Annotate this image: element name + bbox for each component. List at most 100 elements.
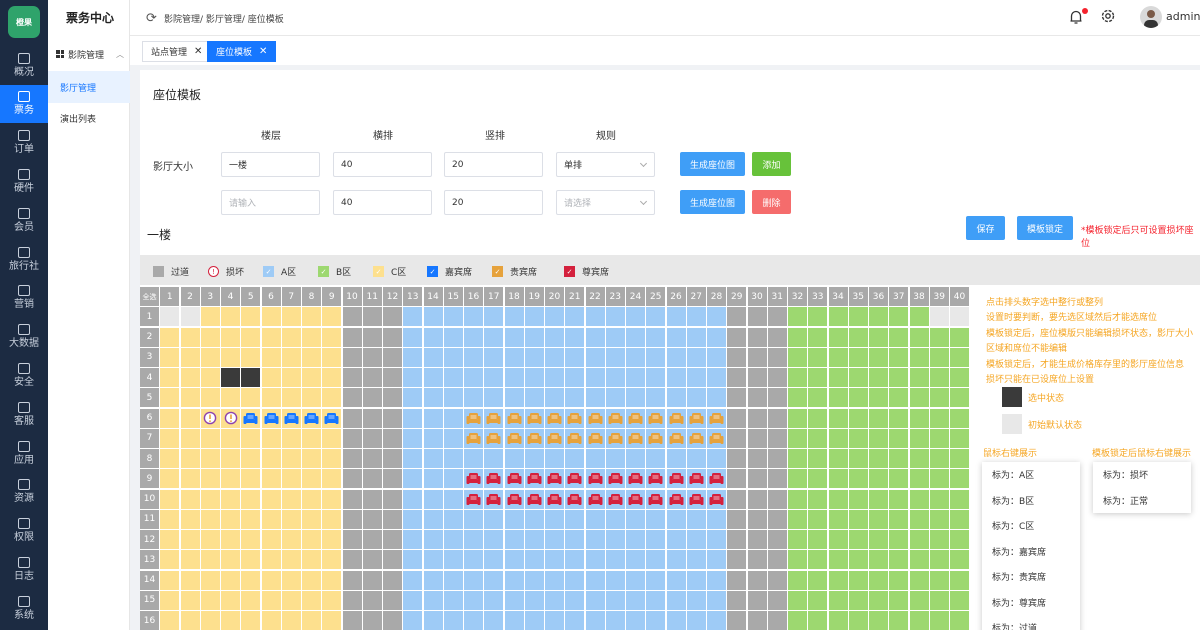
seat-cell[interactable] <box>221 530 240 549</box>
column-header[interactable]: 16 <box>464 287 483 306</box>
svip-seat[interactable] <box>504 469 524 489</box>
seat-cell[interactable] <box>342 570 362 590</box>
seat-cell[interactable] <box>747 327 767 347</box>
row-header[interactable]: 5 <box>140 388 159 408</box>
seat-cell[interactable] <box>889 611 909 630</box>
seat-cell[interactable] <box>160 388 180 408</box>
column-header[interactable]: 2 <box>180 287 200 306</box>
row-header[interactable]: 13 <box>140 550 159 570</box>
seat-cell[interactable] <box>322 509 342 529</box>
seat-cell[interactable] <box>808 388 828 408</box>
seat-cell[interactable] <box>869 550 888 570</box>
seat-cell[interactable] <box>889 509 909 529</box>
seat-cell[interactable] <box>504 509 524 529</box>
seat-cell[interactable] <box>545 509 564 529</box>
seat-cell[interactable] <box>707 590 726 610</box>
seat-cell[interactable] <box>362 368 382 387</box>
seat-cell[interactable] <box>686 327 706 347</box>
seat-cell[interactable] <box>626 570 645 590</box>
seat-cell[interactable] <box>848 347 868 367</box>
seat-cell[interactable] <box>200 489 220 509</box>
seat-cell[interactable] <box>545 590 564 610</box>
rail-item-1[interactable]: 票务 <box>0 84 48 123</box>
seat-cell[interactable] <box>180 509 200 529</box>
seat-cell[interactable] <box>767 388 787 408</box>
seat-cell[interactable] <box>443 509 463 529</box>
context-menu-item[interactable]: 标为：损坏 <box>1093 462 1191 488</box>
seat-cell[interactable] <box>362 489 382 509</box>
seat-cell[interactable] <box>241 449 261 468</box>
seat-cell[interactable] <box>889 347 909 367</box>
seat-cell[interactable] <box>909 368 929 387</box>
seat-cell[interactable] <box>200 347 220 367</box>
seat-cell[interactable] <box>828 509 848 529</box>
column-header[interactable]: 33 <box>808 287 828 306</box>
seat-cell[interactable] <box>747 570 767 590</box>
seat-cell[interactable] <box>565 307 585 327</box>
seat-cell[interactable] <box>362 449 382 468</box>
seat-cell[interactable] <box>362 530 382 549</box>
seat-cell[interactable] <box>929 550 949 570</box>
seat-cell[interactable] <box>160 327 180 347</box>
damaged-seat[interactable] <box>221 408 240 428</box>
seat-cell[interactable] <box>788 550 807 570</box>
seat-cell[interactable] <box>342 611 362 630</box>
seat-cell[interactable] <box>626 611 645 630</box>
seat-cell[interactable] <box>200 530 220 549</box>
seat-cell[interactable] <box>565 570 585 590</box>
rail-item-12[interactable]: 权限 <box>0 512 48 550</box>
seat-cell[interactable] <box>261 550 281 570</box>
seat-cell[interactable] <box>180 611 200 630</box>
seat-cell[interactable] <box>808 347 828 367</box>
column-header[interactable]: 20 <box>545 287 564 306</box>
row-header[interactable]: 7 <box>140 428 159 448</box>
seat-cell[interactable] <box>443 550 463 570</box>
seat-cell[interactable] <box>929 307 949 327</box>
seat-cell[interactable] <box>322 489 342 509</box>
seat-cell[interactable] <box>626 590 645 610</box>
column-header[interactable]: 27 <box>686 287 706 306</box>
add-button[interactable]: 添加 <box>752 152 791 176</box>
svip-seat[interactable] <box>484 489 504 509</box>
generate-seatmap-button[interactable]: 生成座位图 <box>680 152 745 176</box>
seat-cell[interactable] <box>464 509 483 529</box>
seat-cell[interactable] <box>342 327 362 347</box>
seat-cell[interactable] <box>261 388 281 408</box>
vip-seat[interactable] <box>585 408 605 428</box>
seat-cell[interactable] <box>828 428 848 448</box>
column-header[interactable]: 13 <box>403 287 423 306</box>
seat-cell[interactable] <box>950 489 969 509</box>
seat-cell[interactable] <box>241 590 261 610</box>
seat-cell[interactable] <box>281 428 301 448</box>
seat-cell[interactable] <box>403 509 423 529</box>
seat-cell[interactable] <box>889 489 909 509</box>
seat-cell[interactable] <box>808 550 828 570</box>
seat-cell[interactable] <box>362 388 382 408</box>
svip-seat[interactable] <box>646 469 666 489</box>
seat-cell[interactable] <box>869 307 888 327</box>
seat-cell[interactable] <box>200 550 220 570</box>
seat-cell[interactable] <box>909 327 929 347</box>
seat-cell[interactable] <box>869 590 888 610</box>
seat-cell[interactable] <box>950 388 969 408</box>
seat-cell[interactable] <box>747 428 767 448</box>
cols-input[interactable]: 40 <box>333 152 432 177</box>
column-header[interactable]: 19 <box>524 287 544 306</box>
select-all-button[interactable]: 全选 <box>140 287 159 306</box>
seat-cell[interactable] <box>727 347 747 367</box>
seat-cell[interactable] <box>302 428 321 448</box>
seat-cell[interactable] <box>484 570 504 590</box>
svip-seat[interactable] <box>666 469 686 489</box>
seat-cell[interactable] <box>464 530 483 549</box>
seat-cell[interactable] <box>443 327 463 347</box>
seat-cell[interactable] <box>808 509 828 529</box>
seat-cell[interactable] <box>545 449 564 468</box>
seat-cell[interactable] <box>241 428 261 448</box>
seat-cell[interactable] <box>727 530 747 549</box>
seat-cell[interactable] <box>261 368 281 387</box>
seat-cell[interactable] <box>281 327 301 347</box>
seat-cell[interactable] <box>322 550 342 570</box>
row-header[interactable]: 8 <box>140 449 159 468</box>
cols-input[interactable]: 40 <box>333 190 432 215</box>
seat-cell[interactable] <box>848 469 868 489</box>
